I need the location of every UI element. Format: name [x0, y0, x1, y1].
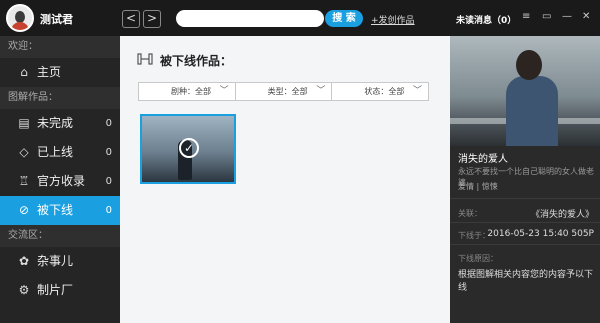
- message-icon[interactable]: ▭: [542, 11, 551, 22]
- forward-button[interactable]: >: [143, 10, 161, 28]
- sidebar-item-label: 杂事儿: [37, 254, 74, 268]
- poster-image: [450, 36, 600, 146]
- sidebar: 欢迎： ⌂ 主页 图解作品： ▤ 未完成 0 ◇ 已上线 0 ♖ 官方收录 0 …: [0, 36, 126, 323]
- search-input[interactable]: [176, 10, 324, 27]
- search-button[interactable]: 搜 索: [325, 10, 363, 27]
- chevron-down-icon: ﹀: [413, 86, 423, 96]
- top-bar: 测试君 < > 搜 索 +发创作品 未读消息（0） ≡ ▭ — ✕: [0, 0, 600, 36]
- sidebar-item-misc[interactable]: ✿ 杂事儿: [0, 247, 120, 276]
- divider: [450, 198, 600, 199]
- film-icon: ▤: [18, 116, 30, 130]
- back-button[interactable]: <: [122, 10, 140, 28]
- main-panel: 被下线作品： 剧种：全部 ﹀ 类型：全部 ﹀ 状态：全部 ﹀ ✓: [120, 36, 450, 323]
- check-icon: ✓: [179, 138, 199, 158]
- offline-works-icon: [137, 53, 153, 65]
- chevron-down-icon: ﹀: [316, 86, 326, 96]
- medal-icon: ♖: [18, 174, 30, 188]
- sidebar-item-online[interactable]: ◇ 已上线 0: [0, 138, 120, 167]
- sidebar-item-label: 制片厂: [37, 283, 74, 297]
- sidebar-item-count: 0: [105, 147, 112, 158]
- sidebar-item-count: 0: [105, 205, 112, 216]
- genre-filter[interactable]: 剧种：全部 ﹀: [139, 83, 236, 100]
- minimize-icon[interactable]: —: [562, 11, 572, 22]
- works-section-label: 图解作品：: [0, 87, 120, 109]
- detail-panel: 消失的爱人 永远不要找一个比自己聪明的女人做老婆 爱情 | 惊悚 关联： 《消失…: [450, 36, 600, 323]
- close-icon[interactable]: ✕: [582, 11, 590, 22]
- publish-link[interactable]: +发创作品: [371, 13, 415, 26]
- home-icon: ⌂: [20, 65, 28, 79]
- avatar[interactable]: [6, 4, 34, 32]
- sidebar-item-label: 未完成: [37, 116, 74, 130]
- exchange-section-label: 交流区：: [0, 225, 120, 247]
- chat-icon: ✿: [18, 254, 30, 268]
- type-filter[interactable]: 类型：全部 ﹀: [236, 83, 333, 100]
- work-title: 消失的爱人: [458, 154, 508, 165]
- filter-label: 剧种：全部: [171, 87, 211, 96]
- work-label: 关联：: [458, 209, 482, 218]
- sidebar-item-home[interactable]: ⌂ 主页: [0, 58, 120, 87]
- status-filter[interactable]: 状态：全部 ﹀: [332, 83, 428, 100]
- filter-label: 状态：全部: [364, 87, 405, 96]
- offline-time-label: 下线于：: [458, 231, 490, 240]
- tag-icon: ◇: [19, 145, 29, 159]
- work-value: 《消失的爱人》: [530, 210, 594, 220]
- offline-reason-label: 下线原因：: [458, 254, 498, 263]
- sidebar-item-unfinished[interactable]: ▤ 未完成 0: [0, 109, 120, 138]
- sidebar-item-label: 被下线: [37, 203, 74, 217]
- divider: [450, 244, 600, 245]
- offline-icon: ⊘: [18, 203, 30, 217]
- page-title: 被下线作品：: [160, 54, 233, 68]
- sidebar-item-official[interactable]: ♖ 官方收录 0: [0, 167, 120, 196]
- sidebar-item-offline[interactable]: ⊘ 被下线 0: [0, 196, 126, 225]
- sidebar-item-label: 主页: [37, 65, 62, 79]
- offline-time-value: 2016-05-23 15:40 505P: [487, 229, 594, 239]
- work-tags: 爱情 | 惊悚: [458, 182, 498, 191]
- chevron-down-icon: ﹀: [219, 86, 229, 96]
- factory-icon: ⚙: [18, 283, 30, 297]
- username[interactable]: 测试君: [40, 11, 73, 27]
- sidebar-item-count: 0: [105, 176, 112, 187]
- work-thumbnail[interactable]: ✓: [140, 114, 236, 184]
- unread-messages[interactable]: 未读消息（0）: [456, 13, 516, 26]
- menu-icon[interactable]: ≡: [522, 11, 530, 22]
- welcome-section-label: 欢迎：: [0, 36, 120, 58]
- filter-label: 类型：全部: [267, 87, 308, 96]
- filter-bar: 剧种：全部 ﹀ 类型：全部 ﹀ 状态：全部 ﹀: [138, 82, 429, 101]
- divider: [450, 222, 600, 223]
- offline-reason-value: 根据图解相关内容您的内容予以下线: [458, 270, 594, 293]
- sidebar-item-count: 0: [105, 118, 112, 129]
- sidebar-item-label: 官方收录: [37, 174, 86, 188]
- sidebar-item-label: 已上线: [37, 145, 74, 159]
- sidebar-item-studio[interactable]: ⚙ 制片厂: [0, 276, 120, 305]
